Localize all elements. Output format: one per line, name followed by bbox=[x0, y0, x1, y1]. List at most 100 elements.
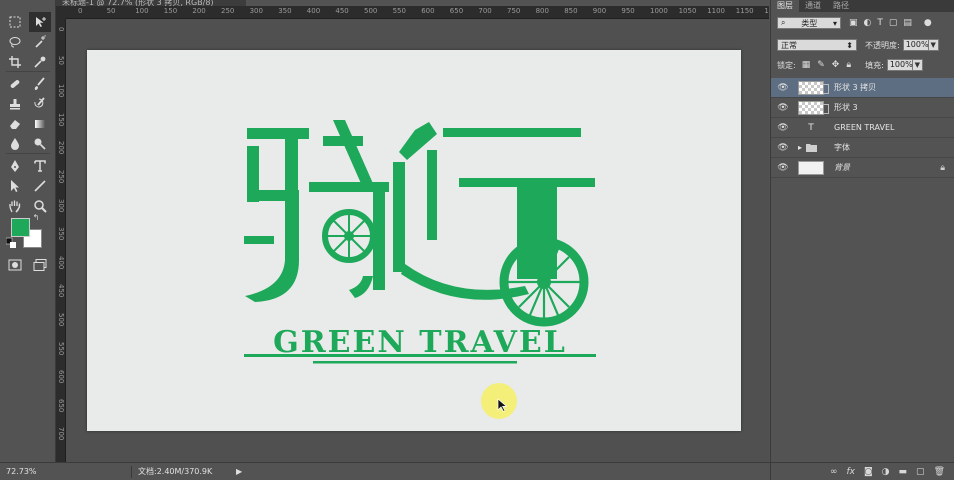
layers-footer: ∞ fx ◙ ◑ ▬ ▢ 🗑︎ bbox=[771, 462, 954, 480]
shape-filter-icon[interactable]: ▢ bbox=[889, 18, 898, 28]
quick-mask-icon[interactable] bbox=[4, 255, 26, 275]
ruler-tick-label: 250 bbox=[221, 7, 235, 15]
expand-triangle-icon[interactable]: ▸ bbox=[798, 143, 802, 152]
blur-tool-icon[interactable] bbox=[4, 134, 26, 154]
status-menu-arrow-icon[interactable]: ▶ bbox=[236, 467, 242, 476]
opacity-label: 不透明度: bbox=[865, 40, 900, 50]
add-mask-icon[interactable]: ◙ bbox=[864, 467, 873, 477]
new-layer-icon[interactable]: ▢ bbox=[916, 467, 925, 477]
adjustment-layer-icon[interactable]: ◑ bbox=[882, 467, 890, 477]
fill-label: 填充: bbox=[865, 60, 884, 70]
clone-stamp-tool-icon[interactable] bbox=[4, 94, 26, 114]
eyedropper-tool-icon[interactable] bbox=[29, 52, 51, 72]
lock-row: 锁定: ▦ ✎ ✥ 🔒︎ 填充: 100% ▼ bbox=[777, 58, 923, 72]
ruler-tick-label: 400 bbox=[57, 255, 65, 270]
ruler-origin[interactable] bbox=[56, 6, 66, 19]
screen-mode-icon[interactable] bbox=[29, 255, 51, 275]
visibility-eye-icon[interactable]: 👁︎ bbox=[771, 83, 795, 93]
pixel-filter-icon[interactable]: ▣ bbox=[849, 18, 858, 28]
tab-paths[interactable]: 路径 bbox=[827, 0, 855, 12]
opacity-slider-arrow-icon[interactable]: ▼ bbox=[928, 39, 939, 51]
ruler-tick-label: 50 bbox=[57, 55, 65, 65]
foreground-color-swatch[interactable] bbox=[11, 218, 30, 237]
zoom-level[interactable]: 72.73% bbox=[0, 467, 58, 476]
lasso-tool-icon[interactable] bbox=[4, 32, 26, 52]
lock-position-icon[interactable]: ✥ bbox=[832, 60, 840, 70]
layer-row[interactable]: 👁︎ 形状 3 bbox=[771, 98, 954, 118]
hand-tool-icon[interactable] bbox=[4, 196, 26, 216]
link-layers-icon[interactable]: ∞ bbox=[830, 467, 838, 477]
type-tool-icon[interactable] bbox=[29, 156, 51, 176]
layer-lock-icon: 🔒︎ bbox=[940, 162, 945, 173]
crop-tool-icon[interactable] bbox=[4, 52, 26, 72]
lock-transparency-icon[interactable]: ▦ bbox=[802, 60, 811, 70]
visibility-eye-icon[interactable]: 👁︎ bbox=[771, 123, 795, 133]
marquee-tool-icon[interactable] bbox=[4, 12, 26, 32]
type-filter-icon[interactable]: T bbox=[877, 18, 883, 28]
layer-filter-dropdown[interactable]: ⌕ 类型 ▾ bbox=[777, 17, 841, 29]
layer-name: 形状 3 拷贝 bbox=[834, 83, 877, 92]
text-layer-icon: T bbox=[808, 122, 814, 133]
ruler-tick-label: 550 bbox=[392, 7, 406, 15]
line-tool-icon[interactable] bbox=[29, 176, 51, 196]
move-tool-icon[interactable] bbox=[29, 12, 51, 32]
lock-all-icon[interactable]: 🔒︎ bbox=[846, 60, 851, 70]
ruler-tick-label: 850 bbox=[564, 7, 578, 15]
history-brush-tool-icon[interactable] bbox=[29, 94, 51, 114]
tools-panel: ↰ bbox=[0, 0, 56, 462]
horizontal-ruler[interactable]: 0 50 100 150 200 250 300 350 400 450 500 550 600 650 7… bbox=[66, 6, 769, 19]
ruler-tick-label: 300 bbox=[57, 198, 65, 212]
adjustment-filter-icon[interactable]: ◐ bbox=[864, 18, 872, 28]
layer-row[interactable]: 👁︎ T GREEN TRAVEL bbox=[771, 118, 954, 138]
pen-tool-icon[interactable] bbox=[4, 156, 26, 176]
filter-toggle-icon[interactable]: ● bbox=[924, 18, 932, 28]
layer-name: 字体 bbox=[834, 143, 850, 152]
ruler-tick-label: 800 bbox=[535, 7, 549, 15]
healing-brush-tool-icon[interactable] bbox=[4, 74, 26, 94]
layer-style-fx-icon[interactable]: fx bbox=[846, 467, 855, 477]
visibility-eye-icon[interactable]: 👁︎ bbox=[771, 163, 795, 173]
logo-underline-bar-short bbox=[313, 361, 517, 364]
swap-colors-icon[interactable]: ↰ bbox=[30, 212, 42, 222]
layer-row[interactable]: 👁︎ 背景 🔒︎ bbox=[771, 158, 954, 178]
new-group-icon[interactable]: ▬ bbox=[899, 467, 908, 477]
path-selection-tool-icon[interactable] bbox=[4, 176, 26, 196]
ruler-tick-label: 700 bbox=[57, 427, 65, 441]
fill-input[interactable]: 100% bbox=[886, 59, 913, 71]
ruler-tick-label: 650 bbox=[449, 7, 464, 15]
smart-object-filter-icon[interactable]: ▤ bbox=[903, 18, 912, 28]
ruler-tick-label: 600 bbox=[57, 370, 65, 384]
magic-wand-tool-icon[interactable] bbox=[29, 32, 51, 52]
tab-channels[interactable]: 通道 bbox=[799, 0, 827, 12]
ruler-tick-label: 0 bbox=[78, 7, 83, 15]
zoom-spacer bbox=[58, 465, 132, 478]
fill-slider-arrow-icon[interactable]: ▼ bbox=[912, 59, 923, 71]
layer-name: GREEN TRAVEL bbox=[834, 123, 895, 132]
delete-layer-icon[interactable]: 🗑︎ bbox=[934, 467, 945, 477]
eraser-tool-icon[interactable] bbox=[4, 114, 26, 134]
default-colors-icon[interactable] bbox=[6, 237, 16, 248]
layer-row[interactable]: 👁︎ 形状 3 拷贝 bbox=[771, 78, 954, 98]
layer-name: 背景 bbox=[834, 163, 850, 172]
filter-buttons: ▣ ◐ T ▢ ▤ ● bbox=[849, 18, 932, 28]
ruler-tick-label: 500 bbox=[364, 7, 378, 15]
lock-pixels-icon[interactable]: ✎ bbox=[817, 60, 825, 70]
blend-mode-dropdown[interactable]: 正常 ⬍ bbox=[777, 39, 857, 51]
ruler-tick-label: 1150 bbox=[735, 7, 754, 15]
ruler-tick-label: 150 bbox=[163, 7, 178, 15]
document-size-info: 文档:2.40M/370.9K bbox=[138, 467, 213, 476]
brush-tool-icon[interactable] bbox=[29, 74, 51, 94]
layer-thumbnail bbox=[798, 160, 824, 175]
chevron-down-icon: ⬍ bbox=[846, 40, 853, 50]
dodge-tool-icon[interactable] bbox=[29, 134, 51, 154]
tab-layers[interactable]: 图层 bbox=[771, 0, 799, 12]
vertical-ruler[interactable]: 0 50 100 150 200 250 300 350 400 450 500 550 600 650 7… bbox=[56, 19, 66, 462]
gradient-tool-icon[interactable] bbox=[29, 114, 51, 134]
document-canvas[interactable]: GREEN TRAVEL bbox=[87, 50, 741, 431]
visibility-eye-icon[interactable]: 👁︎ bbox=[771, 143, 795, 153]
visibility-eye-icon[interactable]: 👁︎ bbox=[771, 103, 795, 113]
layer-row[interactable]: 👁︎ ▸ 字体 bbox=[771, 138, 954, 158]
logo-wheel-shape bbox=[499, 237, 589, 327]
opacity-input[interactable]: 100% bbox=[902, 39, 929, 51]
lock-label: 锁定: bbox=[777, 60, 796, 70]
